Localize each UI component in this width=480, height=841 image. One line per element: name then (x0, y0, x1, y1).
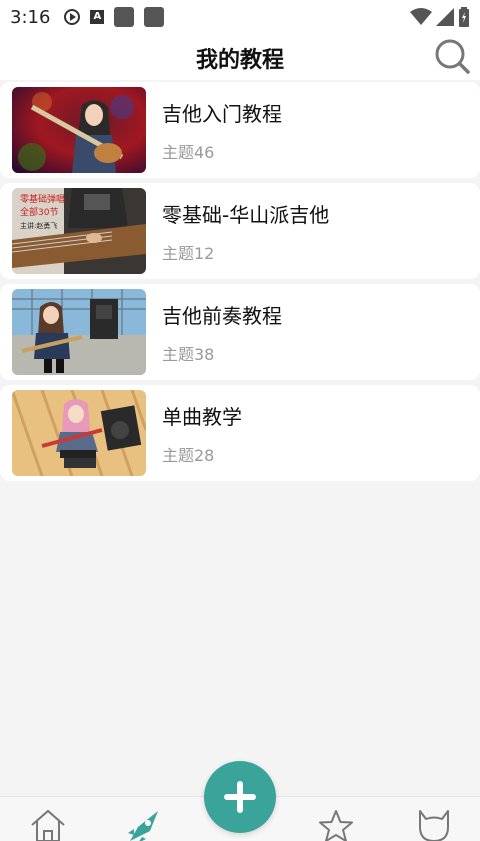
tutorial-subtitle: 主题46 (162, 142, 215, 162)
tutorial-card[interactable]: 零基础弹唱 全部30节 主讲:赵勇飞 零基础-华山派吉他 主题12 (0, 183, 480, 279)
tutorial-title: 吉他前奏教程 (162, 303, 282, 328)
tutorial-card[interactable]: 吉他入门教程 主题46 (0, 82, 480, 178)
rocket-icon[interactable] (124, 807, 164, 841)
tutorial-thumbnail (12, 87, 146, 173)
app-header: 我的教程 (0, 34, 480, 80)
status-icons-left: A (64, 7, 165, 27)
status-icons-right (410, 7, 470, 27)
wifi-icon (410, 8, 432, 25)
thumbnail-text-line1: 零基础弹唱 (20, 193, 65, 205)
app-square-icon (114, 7, 135, 27)
status-bar: 3:16 A (0, 0, 480, 34)
star-icon[interactable] (316, 807, 356, 841)
page-title: 我的教程 (195, 48, 284, 73)
tutorial-thumbnail: 零基础弹唱 全部30节 主讲:赵勇飞 (12, 188, 146, 274)
tutorial-card[interactable]: 吉他前奏教程 主题38 (0, 284, 480, 380)
tutorial-text: 单曲教学 主题28 (162, 401, 242, 466)
search-icon[interactable] (434, 38, 472, 76)
play-icon (64, 9, 81, 25)
tutorial-subtitle: 主题28 (162, 445, 215, 465)
tutorial-subtitle: 主题38 (162, 344, 215, 364)
tutorial-list: 吉他入门教程 主题46 零基础弹唱 全部30节 主讲:赵勇飞 零基础-华山派吉他 (0, 82, 480, 486)
cat-icon[interactable] (414, 807, 454, 841)
home-icon[interactable] (28, 807, 68, 841)
tutorial-text: 吉他入门教程 主题46 (162, 98, 282, 163)
status-time: 3:16 (10, 6, 51, 28)
tutorial-subtitle: 主题12 (162, 243, 215, 263)
tutorial-card[interactable]: 单曲教学 主题28 (0, 385, 480, 481)
tutorial-text: 吉他前奏教程 主题38 (162, 300, 282, 365)
tutorial-title: 单曲教学 (162, 404, 242, 429)
add-button[interactable] (204, 761, 276, 833)
battery-icon (459, 7, 469, 27)
app-square-icon (144, 7, 165, 27)
a-icon: A (90, 10, 105, 24)
thumbnail-text-line2: 全部30节 (20, 206, 58, 218)
tutorial-title: 零基础-华山派吉他 (162, 202, 330, 227)
add-icon (224, 781, 256, 813)
tutorial-title: 吉他入门教程 (162, 101, 282, 126)
tutorial-text: 零基础-华山派吉他 主题12 (162, 199, 329, 264)
tutorial-thumbnail (12, 289, 146, 375)
thumbnail-text-line3: 主讲:赵勇飞 (20, 221, 57, 230)
signal-icon (436, 8, 454, 26)
tutorial-thumbnail (12, 390, 146, 476)
